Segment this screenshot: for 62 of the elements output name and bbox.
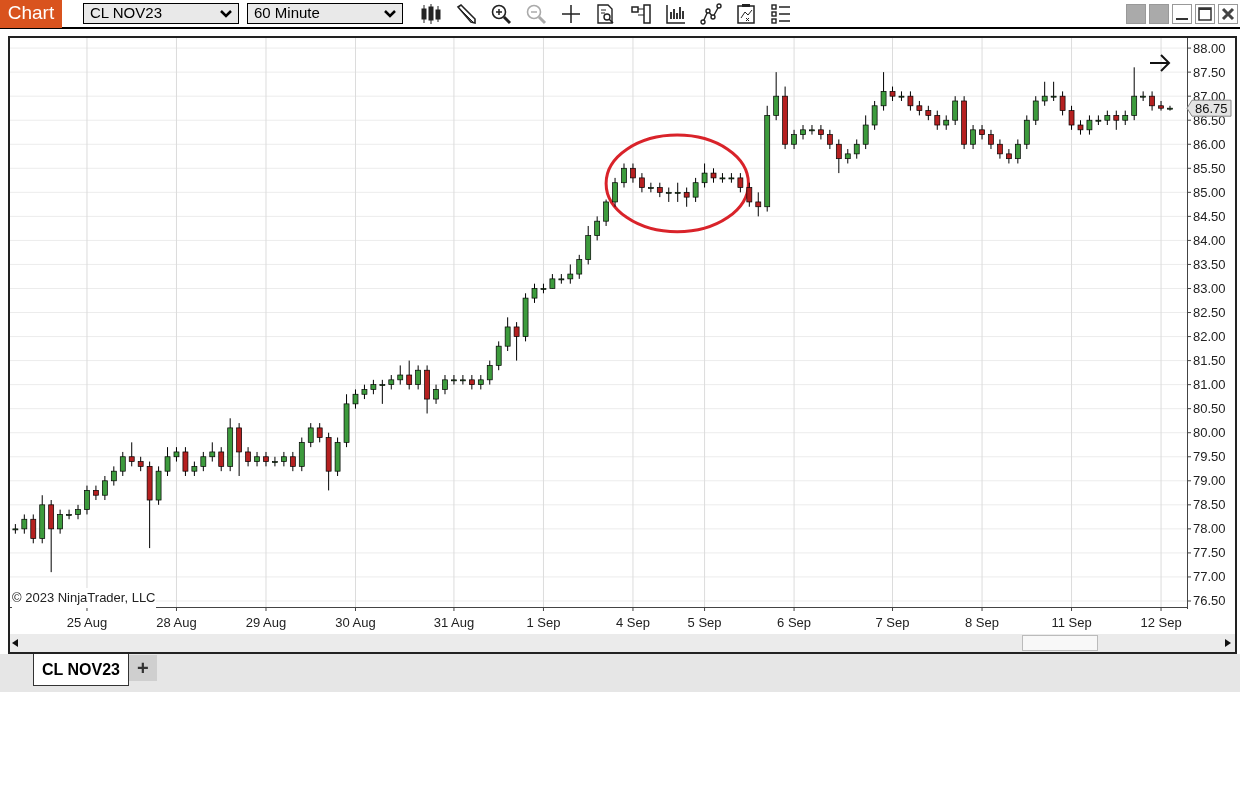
scrollbar[interactable] <box>10 634 1235 652</box>
minimize-icon[interactable] <box>1172 3 1192 24</box>
price-label: 85.00 <box>1193 184 1226 200</box>
date-label: 28 Aug <box>156 615 197 630</box>
price-label: 77.50 <box>1193 545 1226 561</box>
current-price-label: 86.75 <box>1186 99 1232 117</box>
date-label: 8 Sep <box>965 615 999 630</box>
date-label: 1 Sep <box>526 615 561 630</box>
price-label: 79.50 <box>1193 449 1226 465</box>
date-label: 4 Sep <box>615 615 650 630</box>
price-label: 86.00 <box>1193 136 1226 152</box>
price-label: 78.00 <box>1193 521 1226 537</box>
price-label: 83.50 <box>1193 256 1226 272</box>
crosshair-icon[interactable] <box>560 2 582 25</box>
interval-dropdown[interactable]: 60 Minute <box>247 3 403 24</box>
price-label: 83.00 <box>1193 281 1226 296</box>
price-label: 77.00 <box>1193 569 1226 585</box>
maximize-icon[interactable] <box>1195 3 1215 24</box>
price-label: 81.00 <box>1193 377 1226 393</box>
price-label: 82.50 <box>1193 305 1226 320</box>
instrument-dropdown[interactable]: CL NOV23 <box>83 3 239 24</box>
scrollbar-thumb[interactable] <box>1022 635 1098 651</box>
date-label: 30 Aug <box>335 615 376 630</box>
price-label: 82.00 <box>1193 329 1226 345</box>
bar-chart-icon[interactable] <box>665 2 687 25</box>
price-label: 79.00 <box>1193 473 1226 489</box>
price-label: 84.00 <box>1193 232 1226 248</box>
panel-icon[interactable] <box>630 2 652 25</box>
date-label: 31 Aug <box>433 615 475 630</box>
caret-icon <box>220 9 232 18</box>
price-label: 88.00 <box>1193 40 1226 56</box>
price-label: 80.00 <box>1193 425 1226 441</box>
line-nodes-icon[interactable] <box>700 2 722 25</box>
pencil-icon[interactable] <box>455 2 477 25</box>
price-label: 80.50 <box>1193 401 1226 417</box>
date-label: 6 Sep <box>777 615 812 630</box>
price-label: 87.50 <box>1193 64 1226 80</box>
app-title: Chart <box>0 0 62 28</box>
price-label: 81.50 <box>1193 353 1226 369</box>
list-icon[interactable] <box>770 2 792 25</box>
price-label: 84.50 <box>1193 208 1226 224</box>
scroll-left-icon[interactable] <box>12 639 18 647</box>
document-chart-icon[interactable] <box>735 2 757 25</box>
arrow-icon[interactable] <box>1148 53 1172 73</box>
price-label: 78.50 <box>1193 497 1226 513</box>
date-label: 7 Sep <box>875 615 910 630</box>
date-label: 29 Aug <box>245 615 287 630</box>
window-button[interactable] <box>1126 3 1146 24</box>
chart-tab[interactable]: CL NOV23 <box>33 654 129 686</box>
date-label: 5 Sep <box>687 615 722 630</box>
scroll-right-icon[interactable] <box>1225 639 1231 647</box>
close-icon[interactable] <box>1218 3 1238 24</box>
date-label: 11 Sep <box>1051 615 1092 630</box>
add-tab-button[interactable]: + <box>128 655 157 681</box>
candlestick-icon[interactable] <box>420 2 442 25</box>
date-label: 25 Aug <box>66 615 108 630</box>
caret-icon <box>384 9 396 18</box>
price-label: 85.50 <box>1193 160 1226 176</box>
date-label: 12 Sep <box>1140 615 1182 630</box>
zoom-in-icon[interactable] <box>490 2 512 25</box>
price-label: 76.50 <box>1193 593 1226 609</box>
copyright-text: © 2023 NinjaTrader, LLC <box>12 588 156 608</box>
